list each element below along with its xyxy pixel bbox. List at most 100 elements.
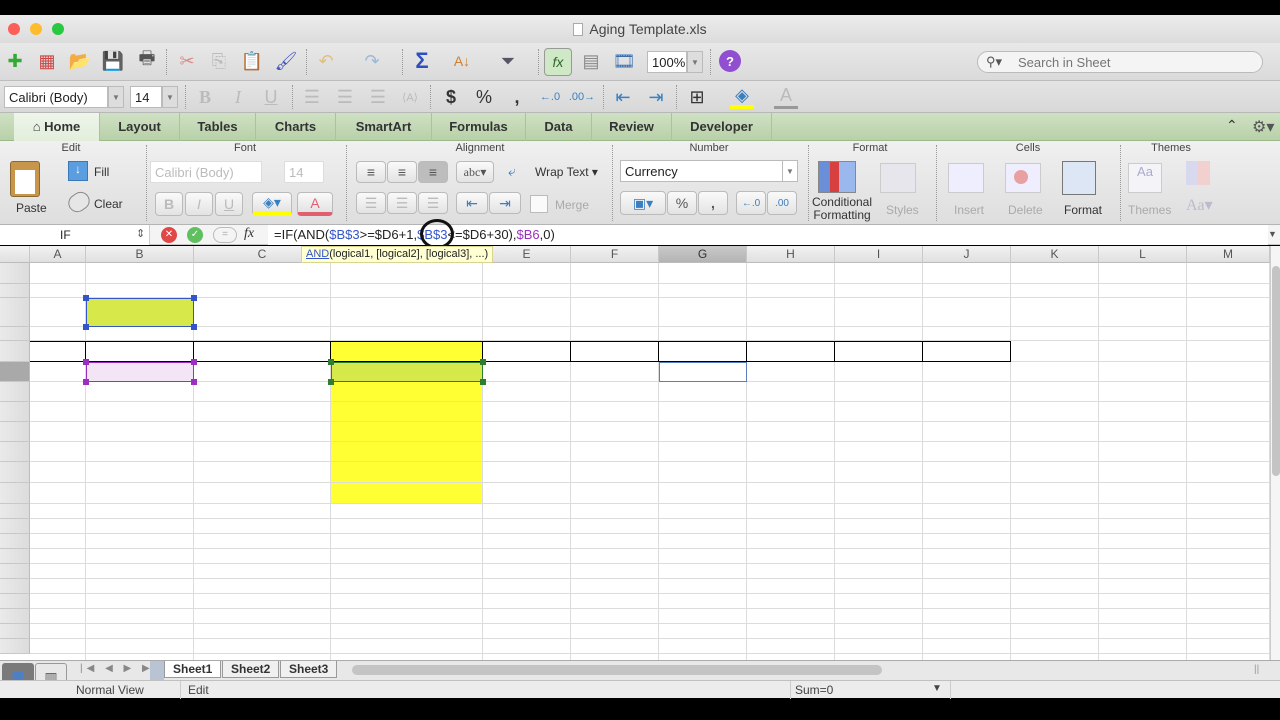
- fill-color-icon[interactable]: ◈: [730, 85, 754, 109]
- row-header-18[interactable]: [0, 579, 30, 594]
- print-icon[interactable]: 🖶: [135, 48, 159, 73]
- ref-handle[interactable]: [480, 379, 486, 385]
- row-header-11[interactable]: [0, 462, 30, 483]
- toolbox-icon[interactable]: ▤: [579, 49, 603, 73]
- sheet-tab-sheet1[interactable]: Sheet1: [164, 661, 222, 678]
- filter-icon[interactable]: ⏷: [496, 49, 520, 73]
- number-format-dropdown[interactable]: ▼: [782, 160, 798, 182]
- decrease-decimal-icon[interactable]: .00→: [569, 85, 595, 109]
- sheet-tab-sheet3[interactable]: Sheet3: [280, 661, 338, 678]
- align-center-icon[interactable]: ☰: [333, 85, 357, 109]
- column-header-g[interactable]: G: [659, 246, 747, 263]
- comma-style-button[interactable]: ,: [698, 191, 728, 215]
- column-header-e[interactable]: E: [483, 246, 571, 263]
- row-header-1[interactable]: [0, 263, 30, 284]
- delete-cells-icon[interactable]: [1005, 163, 1041, 193]
- formula-builder-icon[interactable]: fx: [544, 48, 572, 76]
- row-header-16[interactable]: [0, 549, 30, 564]
- decrease-indent-icon[interactable]: ⇤: [611, 85, 635, 109]
- status-sum-dropdown-icon[interactable]: ▼: [932, 683, 942, 694]
- cancel-formula-icon[interactable]: ✕: [161, 227, 177, 243]
- expand-formula-bar-icon[interactable]: ▼: [1268, 229, 1277, 239]
- row-header-19[interactable]: [0, 594, 30, 609]
- row-header-2[interactable]: [0, 284, 30, 298]
- accounting-format-button[interactable]: ▣▾: [620, 191, 666, 215]
- row-header-15[interactable]: [0, 534, 30, 549]
- column-header-l[interactable]: L: [1099, 246, 1187, 263]
- fill-down-icon[interactable]: ↓: [68, 161, 88, 181]
- tab-tables[interactable]: Tables: [180, 113, 256, 141]
- percent-icon[interactable]: %: [472, 85, 496, 109]
- format-button[interactable]: Format: [1064, 203, 1102, 217]
- comma-style-icon[interactable]: ,: [505, 85, 529, 109]
- clear-button[interactable]: Clear: [94, 197, 123, 211]
- align-left-icon[interactable]: ☰: [300, 85, 324, 109]
- styles-button[interactable]: Styles: [886, 203, 919, 217]
- fill-button[interactable]: Fill: [94, 165, 109, 179]
- zoom-field[interactable]: 100%: [647, 51, 687, 73]
- column-header-a[interactable]: A: [30, 246, 86, 263]
- number-format-field[interactable]: Currency: [620, 160, 786, 182]
- font-size-field[interactable]: 14: [130, 86, 162, 108]
- column-header-j[interactable]: J: [923, 246, 1011, 263]
- theme-colors-icon[interactable]: [1186, 161, 1210, 185]
- column-header-h[interactable]: H: [747, 246, 835, 263]
- collapse-ribbon-icon[interactable]: ⌃: [1226, 117, 1238, 134]
- ribbon-increase-decimal-button[interactable]: ←.0: [736, 191, 766, 215]
- ref-handle[interactable]: [480, 359, 486, 365]
- underline-icon[interactable]: U: [259, 85, 283, 109]
- ribbon-bold-button[interactable]: B: [155, 192, 183, 216]
- column-header-k[interactable]: K: [1011, 246, 1099, 263]
- row-header-14[interactable]: [0, 519, 30, 534]
- tab-data[interactable]: Data: [526, 113, 592, 141]
- tab-review[interactable]: Review: [592, 113, 672, 141]
- ribbon-align-center-button[interactable]: ☰: [387, 192, 417, 214]
- row-header-21[interactable]: [0, 624, 30, 639]
- ref-handle[interactable]: [191, 359, 197, 365]
- ref-handle[interactable]: [83, 295, 89, 301]
- text-orientation-button[interactable]: abc ▾: [456, 161, 494, 183]
- merge-center-icon[interactable]: ⟨A⟩: [398, 85, 422, 109]
- themes-button[interactable]: Themes: [1128, 203, 1171, 217]
- ribbon-align-left-button[interactable]: ☰: [356, 192, 386, 214]
- align-bottom-button[interactable]: ≡: [418, 161, 448, 183]
- ribbon-font-name-field[interactable]: Calibri (Body): [150, 161, 262, 183]
- format-painter-icon[interactable]: 🖌: [274, 49, 298, 73]
- ref-handle[interactable]: [83, 359, 89, 365]
- row-header-17[interactable]: [0, 564, 30, 579]
- ref-handle[interactable]: [83, 379, 89, 385]
- styles-icon[interactable]: [880, 163, 916, 193]
- copy-icon[interactable]: ⎘: [207, 49, 231, 73]
- wrap-text-button[interactable]: Wrap Text ▾: [535, 165, 598, 179]
- new-document-icon[interactable]: ✚: [3, 49, 27, 73]
- percent-style-button[interactable]: %: [667, 191, 697, 215]
- align-top-button[interactable]: ≡: [356, 161, 386, 183]
- cut-icon[interactable]: ✂: [175, 49, 199, 73]
- tab-layout[interactable]: Layout: [100, 113, 180, 141]
- vertical-scrollbar[interactable]: [1270, 246, 1280, 660]
- tooltip-function-link[interactable]: AND: [306, 248, 329, 260]
- column-header-b[interactable]: B: [86, 246, 194, 263]
- row-header-3[interactable]: [0, 298, 30, 327]
- ref-handle[interactable]: [328, 379, 334, 385]
- ref-handle[interactable]: [83, 324, 89, 330]
- row-header-8[interactable]: [0, 402, 30, 422]
- italic-icon[interactable]: I: [226, 85, 250, 109]
- increase-indent-icon[interactable]: ⇥: [644, 85, 668, 109]
- align-right-icon[interactable]: ☰: [366, 85, 390, 109]
- vertical-scroll-thumb[interactable]: [1272, 266, 1280, 476]
- sort-icon[interactable]: A↓: [450, 49, 474, 73]
- column-header-i[interactable]: I: [835, 246, 923, 263]
- tab-formulas[interactable]: Formulas: [432, 113, 526, 141]
- templates-gallery-icon[interactable]: ▦: [35, 49, 59, 73]
- formula-input[interactable]: =IF(AND($B$3>=$D6+1,$B$3<=$D6+30),$B6,0): [268, 225, 1268, 245]
- tab-smartart[interactable]: SmartArt: [336, 113, 432, 141]
- tab-developer[interactable]: Developer: [672, 113, 772, 141]
- ribbon-decrease-indent-button[interactable]: ⇤: [456, 192, 488, 214]
- ribbon-settings-gear-icon[interactable]: ⚙▾: [1252, 117, 1274, 137]
- zoom-dropdown[interactable]: ▼: [687, 51, 703, 73]
- ref-handle[interactable]: [191, 295, 197, 301]
- conditional-formatting-icon[interactable]: [818, 161, 856, 193]
- redo-icon[interactable]: ↷: [360, 49, 384, 73]
- align-middle-button[interactable]: ≡: [387, 161, 417, 183]
